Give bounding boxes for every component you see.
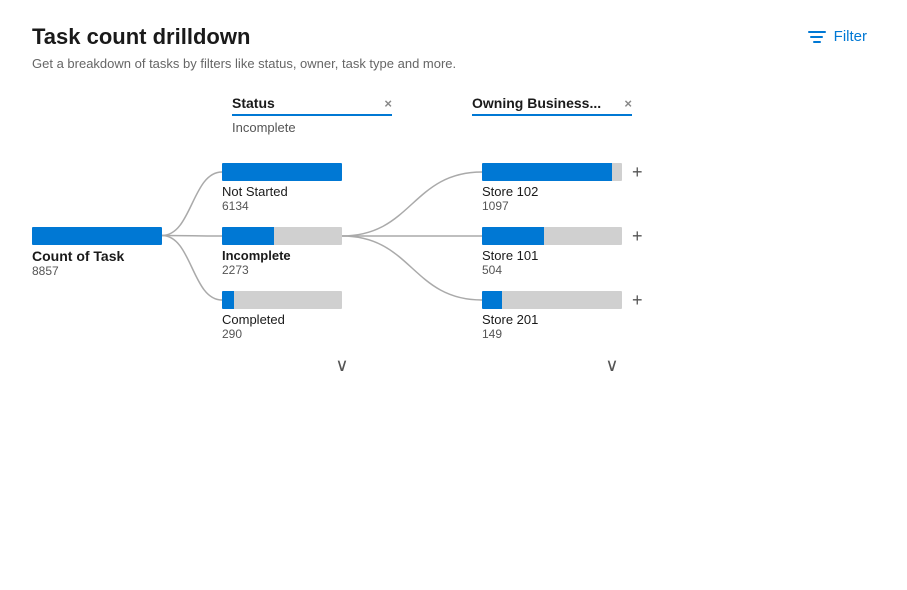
completed-bar-container	[222, 291, 342, 309]
incomplete-bar-blue	[222, 227, 274, 245]
business-filter-close[interactable]: ×	[624, 96, 632, 111]
store102-node: + Store 102 1097	[482, 163, 643, 213]
store102-label: Store 102	[482, 184, 643, 199]
root-column: Count of Task 8857	[32, 227, 202, 278]
business-column: + Store 102 1097 +	[482, 163, 702, 341]
store201-bar	[482, 291, 622, 309]
store102-bar-container: +	[482, 163, 643, 181]
completed-label: Completed	[222, 312, 342, 327]
chart-area: Count of Task 8857 Not Started 6134	[32, 163, 875, 341]
incomplete-label: Incomplete	[222, 248, 342, 263]
root-node-value: 8857	[32, 264, 162, 278]
incomplete-bar	[222, 227, 342, 245]
incomplete-bar-gray	[274, 227, 342, 245]
store101-bar-container: +	[482, 227, 643, 245]
filter-row: Status × Incomplete Owning Business... ×	[32, 95, 875, 135]
drilldown-area: Status × Incomplete Owning Business... ×	[32, 95, 875, 376]
store101-bar-blue	[482, 227, 544, 245]
business-filter[interactable]: Owning Business... ×	[472, 95, 632, 135]
store102-bar-gray	[612, 163, 622, 181]
header-row: Task count drilldown Get a breakdown of …	[32, 24, 875, 71]
store102-plus[interactable]: +	[632, 163, 643, 181]
root-bar	[32, 227, 162, 245]
title-area: Task count drilldown Get a breakdown of …	[32, 24, 456, 71]
store102-value: 1097	[482, 199, 643, 213]
not-started-label: Not Started	[222, 184, 342, 199]
page-subtitle: Get a breakdown of tasks by filters like…	[32, 56, 456, 71]
status-filter-close[interactable]: ×	[384, 96, 392, 111]
store101-plus[interactable]: +	[632, 227, 643, 245]
incomplete-node: Incomplete 2273	[222, 227, 342, 277]
completed-bar-blue	[222, 291, 234, 309]
store102-bar-blue	[482, 163, 612, 181]
status-chevron-col: ∨	[242, 355, 442, 376]
status-filter-text: Status	[232, 95, 275, 111]
status-column: Not Started 6134 Incomplete 2273	[222, 163, 422, 341]
business-chevron[interactable]: ∨	[605, 355, 618, 375]
page: Task count drilldown Get a breakdown of …	[0, 0, 907, 590]
completed-node: Completed 290	[222, 291, 342, 341]
business-chevron-col: ∨	[502, 355, 722, 376]
store201-plus[interactable]: +	[632, 291, 643, 309]
status-filter-label[interactable]: Status ×	[232, 95, 392, 116]
store101-label: Store 101	[482, 248, 643, 263]
completed-value: 290	[222, 327, 342, 341]
store101-node: + Store 101 504	[482, 227, 643, 277]
store201-value: 149	[482, 327, 643, 341]
store102-bar	[482, 163, 622, 181]
status-chevron[interactable]: ∨	[335, 355, 348, 375]
not-started-node: Not Started 6134	[222, 163, 342, 213]
store201-bar-blue	[482, 291, 502, 309]
page-title: Task count drilldown	[32, 24, 456, 50]
not-started-bar	[222, 163, 342, 181]
completed-bar-gray	[234, 291, 342, 309]
completed-bar	[222, 291, 342, 309]
filter-label: Filter	[834, 28, 867, 45]
store201-label: Store 201	[482, 312, 643, 327]
root-node-label: Count of Task	[32, 248, 162, 264]
status-filter[interactable]: Status × Incomplete	[232, 95, 392, 135]
business-filter-label[interactable]: Owning Business... ×	[472, 95, 632, 116]
filter-button[interactable]: Filter	[800, 24, 875, 49]
not-started-bar-container	[222, 163, 342, 181]
store101-value: 504	[482, 263, 643, 277]
store201-bar-container: +	[482, 291, 643, 309]
filter-icon	[808, 31, 826, 43]
root-node: Count of Task 8857	[32, 227, 162, 278]
incomplete-bar-container	[222, 227, 342, 245]
store101-bar	[482, 227, 622, 245]
not-started-value: 6134	[222, 199, 342, 213]
store201-node: + Store 201 149	[482, 291, 643, 341]
chart-container: Count of Task 8857 Not Started 6134	[32, 163, 875, 376]
business-filter-text: Owning Business...	[472, 95, 601, 111]
store201-bar-gray	[502, 291, 622, 309]
store101-bar-gray	[544, 227, 622, 245]
chevron-row: ∨ ∨	[32, 355, 875, 376]
incomplete-value: 2273	[222, 263, 342, 277]
status-filter-value: Incomplete	[232, 120, 392, 135]
